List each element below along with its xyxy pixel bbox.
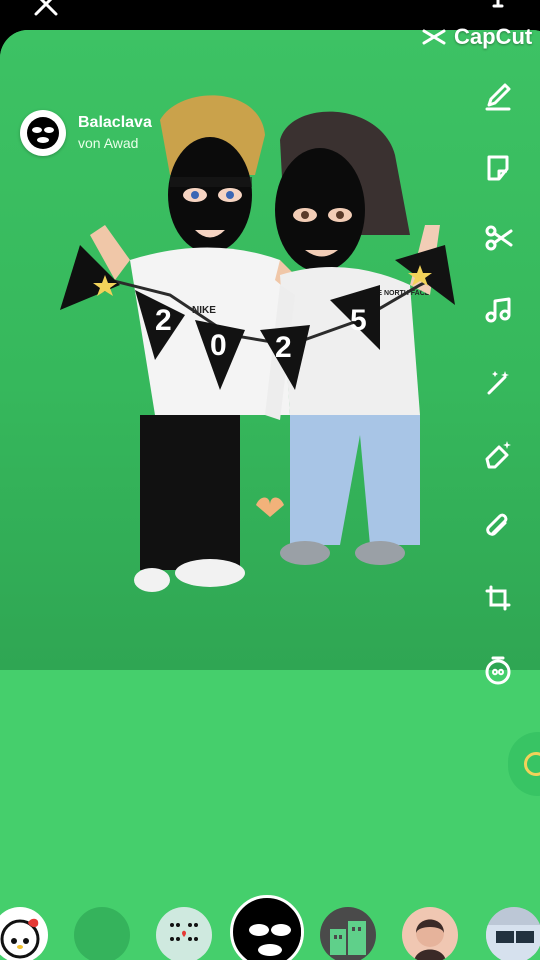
banner-digit-1: 2	[155, 304, 172, 337]
heart-hands-icon	[256, 497, 284, 517]
banner-digit-2: 0	[210, 329, 227, 362]
music-icon[interactable]	[472, 284, 524, 336]
video-preview[interactable]: NIKE THE NORTH FACE 2 0 2 5 Balaclava vo…	[0, 30, 540, 685]
paperclip-icon[interactable]	[472, 500, 524, 552]
crop-icon[interactable]	[472, 572, 524, 624]
lens-text: Balaclava von Awad	[78, 113, 152, 153]
capcut-logo-icon	[422, 29, 446, 45]
circle-icon	[524, 752, 540, 776]
editor-card: NIKE THE NORTH FACE 2 0 2 5 Balaclava vo…	[0, 30, 540, 960]
sticker-icon[interactable]	[472, 142, 524, 194]
lens-info[interactable]: Balaclava von Awad	[20, 110, 152, 156]
eraser-icon[interactable]	[472, 428, 524, 480]
lens-title: Balaclava	[78, 114, 152, 131]
lens-thumb-balaclava-selected[interactable]	[230, 895, 304, 960]
lens-thumb-hello-kitty[interactable]	[0, 907, 48, 960]
lens-thumb-faces[interactable]	[156, 907, 212, 960]
capcut-watermark: CapCut	[420, 24, 532, 50]
menu-icon[interactable]	[490, 0, 506, 8]
close-icon[interactable]	[32, 0, 60, 18]
snap-editor-screen: NIKE THE NORTH FACE 2 0 2 5 Balaclava vo…	[0, 0, 540, 960]
pencil-icon[interactable]	[472, 70, 524, 122]
capcut-text: CapCut	[454, 24, 533, 49]
lens-thumb-buildings[interactable]	[320, 907, 376, 960]
lens-thumb-blank[interactable]	[74, 907, 130, 960]
timer-icon[interactable]	[472, 644, 524, 696]
bitmoji-avatars-illustration: NIKE THE NORTH FACE 2 0 2 5	[60, 95, 455, 592]
lens-thumb-photo[interactable]	[486, 907, 540, 960]
scissors-icon[interactable]	[472, 212, 524, 264]
lens-thumb-portrait[interactable]	[402, 907, 458, 960]
lens-creator: von Awad	[78, 135, 139, 151]
banner-digit-3: 2	[275, 331, 292, 364]
side-action-pill[interactable]	[508, 732, 540, 796]
banner-digit-4: 5	[350, 304, 367, 337]
lens-avatar[interactable]	[20, 110, 66, 156]
magic-wand-icon[interactable]	[472, 356, 524, 408]
lens-carousel	[0, 895, 540, 960]
